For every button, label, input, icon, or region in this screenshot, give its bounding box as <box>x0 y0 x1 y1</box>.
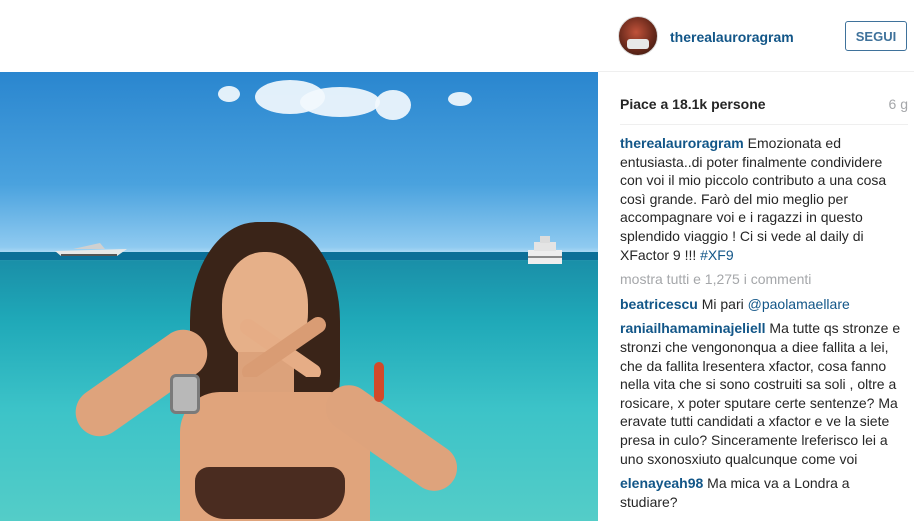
caption-text: Emozionata ed entusiasta..di poter final… <box>620 135 887 263</box>
bikini <box>195 467 345 519</box>
photo-pane <box>0 0 598 521</box>
mention-link[interactable]: @paolamaellare <box>748 296 850 312</box>
comments-list: therealauroragram Emozionata ed entusias… <box>620 134 908 517</box>
post-age[interactable]: 6 g <box>889 96 908 112</box>
post-sidebar: therealauroragram SEGUI Piace a 18.1k pe… <box>598 0 914 521</box>
comment-item: elenayeah98 Ma mica va a Londra a studia… <box>620 474 908 511</box>
cloud <box>300 87 380 117</box>
post-header: therealauroragram SEGUI <box>598 0 914 72</box>
divider <box>620 124 908 125</box>
comment-user[interactable]: elenayeah98 <box>620 475 707 491</box>
likes-row: Piace a 18.1k persone 6 g <box>620 96 908 116</box>
comment-user[interactable]: beatricescu <box>620 296 702 312</box>
likes-count[interactable]: Piace a 18.1k persone <box>620 96 766 112</box>
cloud <box>218 86 240 102</box>
cloud <box>375 90 411 120</box>
username-link[interactable]: therealauroragram <box>670 29 794 45</box>
yacht <box>528 236 562 264</box>
comment-text: Mi pari <box>701 295 748 312</box>
caption-user[interactable]: therealauroragram <box>620 135 748 151</box>
wristwatch <box>170 374 200 414</box>
cloud <box>448 92 472 106</box>
profile-avatar[interactable] <box>618 16 658 56</box>
post-photo[interactable] <box>0 72 598 521</box>
comment-text: Ma tutte qs stronze e stronzi che vengon… <box>620 320 901 467</box>
comment-item: raniailhamaminajeliell Ma tutte qs stron… <box>620 319 908 468</box>
comment-user[interactable]: raniailhamaminajeliell <box>620 320 769 336</box>
hashtag-link[interactable]: #XF9 <box>700 247 733 263</box>
bracelet <box>374 362 384 402</box>
comment-item: beatricescu Mi pari @paolamaellare <box>620 295 908 314</box>
follow-button[interactable]: SEGUI <box>845 21 907 51</box>
crossed-fingers <box>240 317 326 377</box>
show-all-comments[interactable]: mostra tutti e 1,275 i commenti <box>620 270 908 289</box>
speedboat <box>55 243 127 256</box>
caption: therealauroragram Emozionata ed entusias… <box>620 134 908 264</box>
